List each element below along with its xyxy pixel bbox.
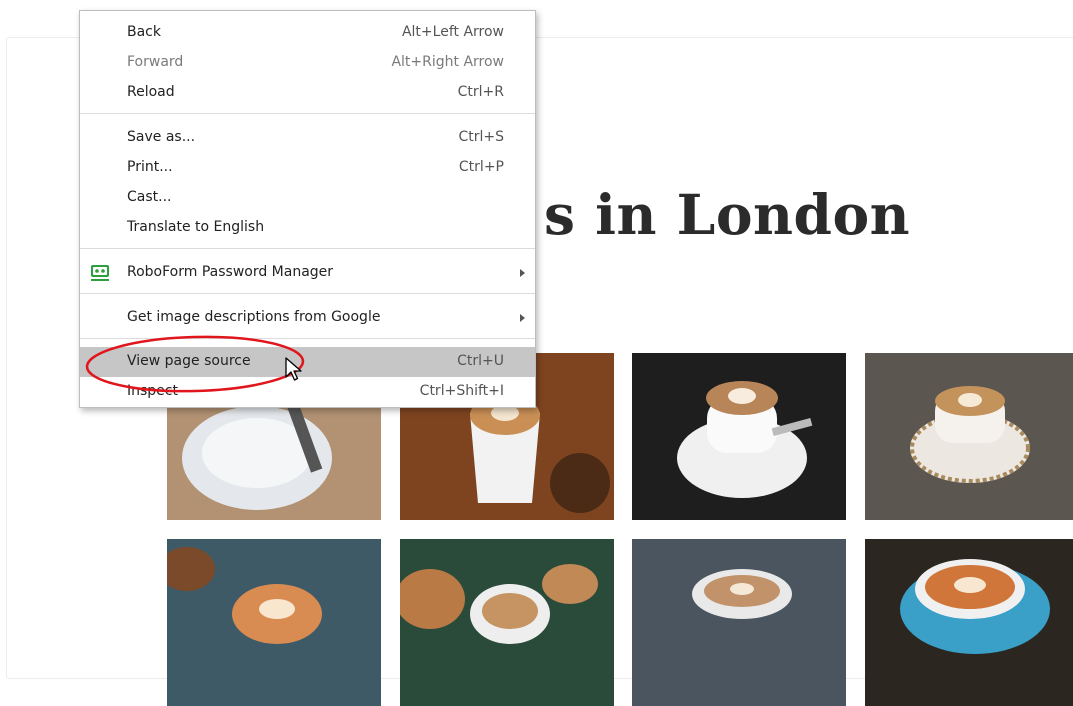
- page-heading: s in London: [544, 182, 911, 247]
- menu-item-translate[interactable]: Translate to English: [80, 213, 535, 243]
- menu-separator: [80, 113, 535, 114]
- menu-item-save-as[interactable]: Save as... Ctrl+S: [80, 123, 535, 153]
- submenu-arrow-icon: [520, 314, 525, 322]
- menu-item-label: RoboForm Password Manager: [127, 264, 334, 280]
- menu-item-forward[interactable]: Forward Alt+Right Arrow: [80, 48, 535, 78]
- menu-item-label: Forward: [127, 54, 184, 70]
- menu-item-shortcut: Alt+Left Arrow: [401, 24, 504, 40]
- menu-item-label: Save as...: [127, 129, 196, 145]
- coffee-photo-5[interactable]: [167, 539, 381, 706]
- coffee-photo-6[interactable]: [400, 539, 614, 706]
- menu-item-shortcut: Ctrl+R: [457, 84, 504, 100]
- menu-item-back[interactable]: Back Alt+Left Arrow: [80, 18, 535, 48]
- menu-item-shortcut: Ctrl+Shift+I: [419, 383, 504, 399]
- coffee-photo-8[interactable]: [865, 539, 1073, 706]
- menu-item-roboform[interactable]: RoboForm Password Manager: [80, 258, 535, 288]
- menu-item-shortcut: Ctrl+P: [458, 159, 504, 175]
- menu-item-label: Cast...: [127, 189, 172, 205]
- menu-separator: [80, 248, 535, 249]
- menu-item-shortcut: Alt+Right Arrow: [391, 54, 504, 70]
- menu-separator: [80, 293, 535, 294]
- mouse-cursor-icon: [285, 357, 302, 381]
- menu-item-cast[interactable]: Cast...: [80, 183, 535, 213]
- menu-item-label: Get image descriptions from Google: [127, 309, 381, 325]
- menu-item-print[interactable]: Print... Ctrl+P: [80, 153, 535, 183]
- roboform-icon: [91, 265, 109, 281]
- submenu-arrow-icon: [520, 269, 525, 277]
- coffee-photo-7[interactable]: [632, 539, 846, 706]
- menu-item-label: Reload: [127, 84, 175, 100]
- menu-item-label: Back: [127, 24, 161, 40]
- menu-item-image-descriptions[interactable]: Get image descriptions from Google: [80, 303, 535, 333]
- highlight-ellipse: [85, 335, 305, 393]
- menu-item-label: Print...: [127, 159, 173, 175]
- coffee-photo-4[interactable]: [865, 353, 1073, 520]
- menu-item-reload[interactable]: Reload Ctrl+R: [80, 78, 535, 108]
- menu-item-label: Translate to English: [127, 219, 265, 235]
- coffee-photo-3[interactable]: [632, 353, 846, 520]
- menu-item-shortcut: Ctrl+S: [458, 129, 504, 145]
- menu-item-shortcut: Ctrl+U: [457, 353, 504, 369]
